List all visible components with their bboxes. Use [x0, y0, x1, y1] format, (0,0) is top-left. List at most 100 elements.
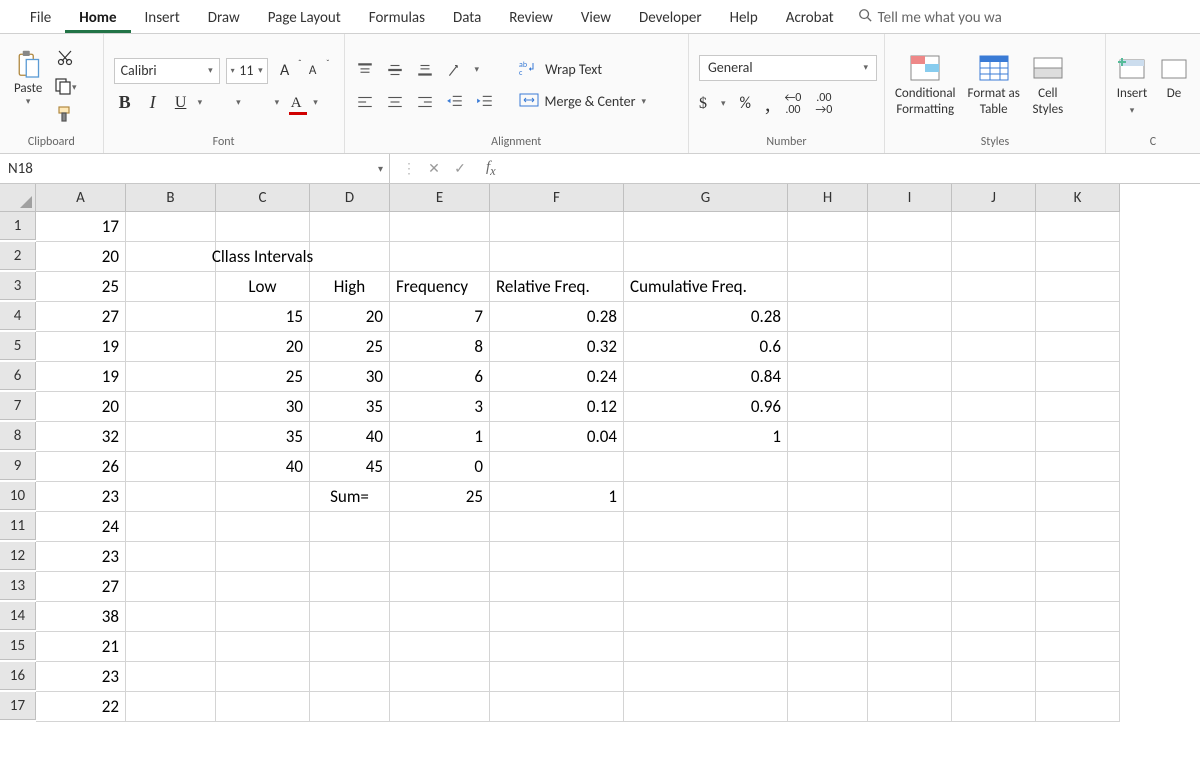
- fx-icon[interactable]: fx: [478, 159, 504, 179]
- cell[interactable]: 35: [216, 422, 310, 452]
- cell[interactable]: 20: [216, 332, 310, 362]
- cell[interactable]: [868, 392, 952, 422]
- row-header[interactable]: 8: [0, 422, 36, 450]
- cell[interactable]: [624, 542, 788, 572]
- format-as-table-button[interactable]: Format as Table: [968, 54, 1020, 117]
- column-header[interactable]: A: [36, 184, 126, 212]
- row-header[interactable]: 16: [0, 662, 36, 690]
- cell[interactable]: 21: [36, 632, 126, 662]
- cell[interactable]: 27: [36, 572, 126, 602]
- cell[interactable]: 35: [310, 392, 390, 422]
- cell[interactable]: [126, 602, 216, 632]
- copy-button[interactable]: ▾: [54, 77, 76, 99]
- cell[interactable]: [390, 242, 490, 272]
- cell[interactable]: [216, 212, 310, 242]
- italic-button[interactable]: I: [142, 92, 164, 114]
- tab-data[interactable]: Data: [439, 3, 495, 33]
- cell[interactable]: 25: [216, 362, 310, 392]
- cell[interactable]: [126, 542, 216, 572]
- paste-button[interactable]: Paste ▾: [8, 45, 48, 127]
- cell[interactable]: [1036, 512, 1120, 542]
- column-header[interactable]: C: [216, 184, 310, 212]
- cell[interactable]: [310, 242, 390, 272]
- cell[interactable]: [390, 572, 490, 602]
- cell[interactable]: [952, 302, 1036, 332]
- cut-button[interactable]: [54, 49, 76, 71]
- cell[interactable]: [952, 542, 1036, 572]
- cell[interactable]: 20: [310, 302, 390, 332]
- row-header[interactable]: 9: [0, 452, 36, 480]
- cell[interactable]: [624, 602, 788, 632]
- cell[interactable]: 24: [36, 512, 126, 542]
- cell[interactable]: 25: [310, 332, 390, 362]
- cell[interactable]: [216, 602, 310, 632]
- cell[interactable]: 23: [36, 542, 126, 572]
- cell[interactable]: [868, 692, 952, 722]
- cell[interactable]: 15: [216, 302, 310, 332]
- cell[interactable]: [624, 512, 788, 542]
- tab-insert[interactable]: Insert: [131, 3, 194, 33]
- cell[interactable]: [624, 242, 788, 272]
- cell[interactable]: 25: [390, 482, 490, 512]
- cell[interactable]: [126, 392, 216, 422]
- align-right-button[interactable]: [415, 92, 435, 112]
- cell[interactable]: 32: [36, 422, 126, 452]
- column-header[interactable]: I: [868, 184, 952, 212]
- cell[interactable]: [624, 212, 788, 242]
- cell[interactable]: [1036, 602, 1120, 632]
- cell[interactable]: [310, 542, 390, 572]
- cell[interactable]: [490, 542, 624, 572]
- cell[interactable]: 0.84: [624, 362, 788, 392]
- cell[interactable]: [868, 362, 952, 392]
- fill-color-button[interactable]: [247, 92, 269, 114]
- align-left-button[interactable]: [355, 92, 375, 112]
- cell[interactable]: [390, 212, 490, 242]
- cell[interactable]: [1036, 452, 1120, 482]
- cell[interactable]: [952, 572, 1036, 602]
- accounting-format-button[interactable]: $: [699, 95, 707, 113]
- cell[interactable]: Frequency: [390, 272, 490, 302]
- cell[interactable]: [952, 512, 1036, 542]
- cell[interactable]: [490, 662, 624, 692]
- cell[interactable]: [788, 422, 868, 452]
- cell[interactable]: [310, 662, 390, 692]
- column-header[interactable]: H: [788, 184, 868, 212]
- cell[interactable]: 40: [310, 422, 390, 452]
- cell[interactable]: [952, 392, 1036, 422]
- row-header[interactable]: 6: [0, 362, 36, 390]
- cell[interactable]: [1036, 482, 1120, 512]
- row-header[interactable]: 5: [0, 332, 36, 360]
- cell[interactable]: 30: [310, 362, 390, 392]
- underline-button[interactable]: U: [170, 92, 192, 114]
- cell[interactable]: [126, 272, 216, 302]
- merge-center-button[interactable]: Merge & Center ▾: [519, 91, 647, 113]
- name-box[interactable]: N18 ▾: [0, 154, 390, 184]
- cell[interactable]: [624, 632, 788, 662]
- cell[interactable]: [1036, 332, 1120, 362]
- cell[interactable]: [1036, 242, 1120, 272]
- cell[interactable]: 0.28: [624, 302, 788, 332]
- column-header[interactable]: D: [310, 184, 390, 212]
- cancel-formula-button[interactable]: ✕: [426, 160, 442, 177]
- column-header[interactable]: K: [1036, 184, 1120, 212]
- row-header[interactable]: 7: [0, 392, 36, 420]
- cell[interactable]: [126, 302, 216, 332]
- cell[interactable]: 22: [36, 692, 126, 722]
- cell[interactable]: [390, 632, 490, 662]
- cell[interactable]: [788, 512, 868, 542]
- cell[interactable]: 38: [36, 602, 126, 632]
- cell[interactable]: [490, 602, 624, 632]
- cell[interactable]: [490, 692, 624, 722]
- cell[interactable]: [788, 242, 868, 272]
- cell[interactable]: 17: [36, 212, 126, 242]
- cell[interactable]: [390, 662, 490, 692]
- column-header[interactable]: B: [126, 184, 216, 212]
- cell[interactable]: [952, 332, 1036, 362]
- cell[interactable]: [126, 212, 216, 242]
- row-header[interactable]: 10: [0, 482, 36, 510]
- formula-input[interactable]: [516, 154, 1200, 183]
- cell[interactable]: [624, 692, 788, 722]
- tab-file[interactable]: File: [16, 3, 65, 33]
- enter-formula-button[interactable]: ✓: [452, 160, 468, 177]
- cell[interactable]: 1: [624, 422, 788, 452]
